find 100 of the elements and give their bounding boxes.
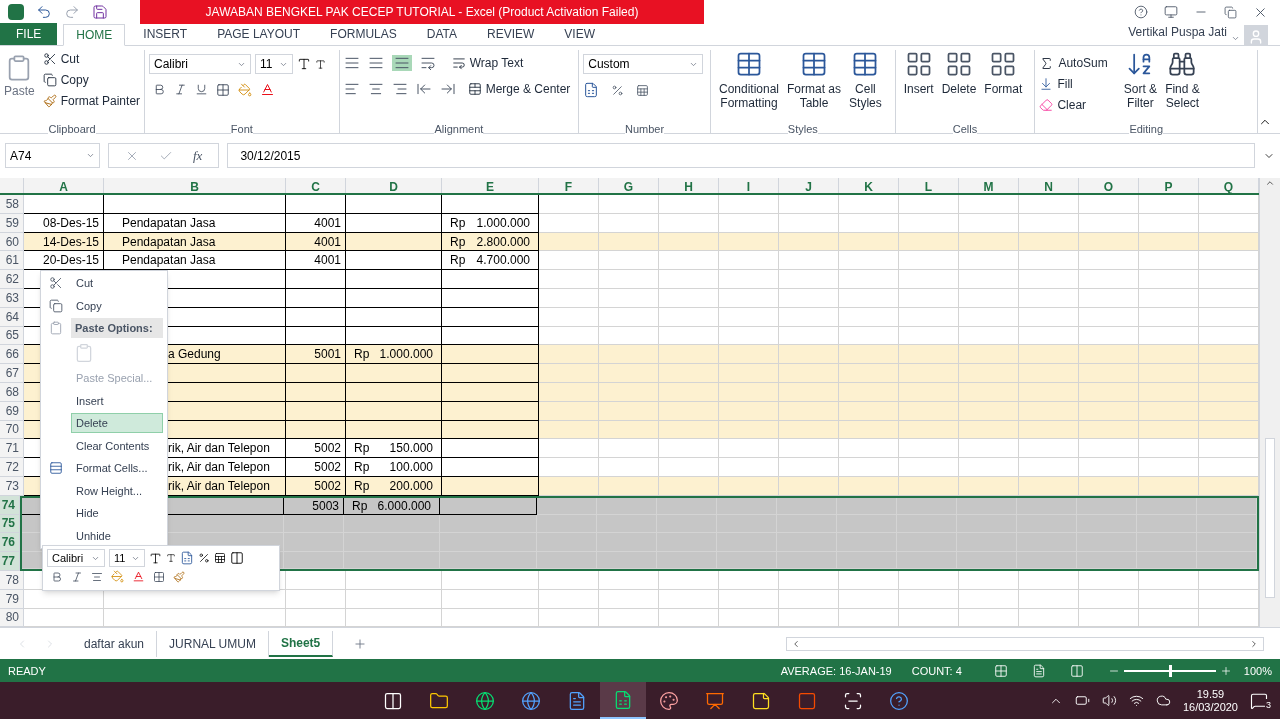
shrink-font-icon[interactable] [166, 553, 176, 563]
menu-item[interactable]: Unhide [71, 525, 163, 546]
help-icon[interactable] [1134, 5, 1148, 19]
undo-icon[interactable] [36, 4, 52, 20]
grow-font-icon[interactable] [149, 551, 162, 565]
column-header[interactable]: J [779, 178, 839, 193]
formula-field[interactable]: 30/12/2015 [227, 143, 1255, 168]
page-layout-icon[interactable] [1031, 663, 1046, 678]
align-center-icon[interactable] [91, 570, 103, 583]
italic-icon[interactable] [71, 570, 83, 583]
column-header[interactable]: H [659, 178, 719, 193]
increase-indent-icon[interactable] [439, 81, 456, 97]
style-button[interactable]: Format as Table [783, 50, 846, 116]
sheet-tab[interactable]: JURNAL UMUM [157, 630, 269, 657]
font-color-icon[interactable] [132, 570, 145, 583]
function-button[interactable]: fx [193, 145, 203, 166]
scroll-up-icon[interactable] [1265, 178, 1275, 188]
menu-item[interactable]: Copy [71, 295, 163, 316]
find-select-button[interactable]: Find & Select [1161, 50, 1204, 116]
autosum-button[interactable]: AutoSum [1039, 54, 1108, 72]
top-align-icon[interactable] [343, 55, 360, 71]
cells-button[interactable]: Insert [899, 50, 938, 116]
column-header[interactable]: A [24, 178, 104, 193]
sort-filter-button[interactable]: Sort & Filter [1119, 50, 1162, 116]
slider-thumb[interactable] [1168, 664, 1172, 677]
fill-color-icon[interactable] [238, 82, 252, 97]
ribbon-tab[interactable]: VIEW [552, 23, 607, 45]
cells-button[interactable]: Delete [937, 50, 981, 116]
column-header[interactable]: D [346, 178, 442, 193]
column-header[interactable]: F [539, 178, 599, 193]
zoom-in-icon[interactable] [1219, 664, 1232, 677]
font-size-field[interactable]: 11 [109, 549, 145, 567]
scrollbar-thumb[interactable] [1265, 438, 1275, 598]
grow-font-icon[interactable] [297, 57, 311, 71]
column-header[interactable]: E [442, 178, 539, 193]
restore-icon[interactable] [1224, 5, 1237, 19]
cut-button[interactable]: Cut [42, 50, 140, 68]
format-painter-icon[interactable] [173, 570, 185, 583]
normal-view-icon[interactable] [993, 663, 1008, 678]
sheet-tab[interactable]: daftar akun [72, 630, 158, 657]
accounting-format-icon[interactable] [583, 82, 600, 98]
italic-icon[interactable] [174, 83, 187, 96]
menu-item[interactable]: Cut [71, 273, 163, 294]
column-header[interactable]: K [839, 178, 899, 193]
decrease-indent-icon[interactable] [415, 81, 432, 97]
vertical-scrollbar[interactable] [1259, 178, 1280, 628]
horizontal-scrollbar[interactable] [786, 636, 1264, 651]
zoom-slider[interactable] [1123, 664, 1216, 677]
page-break-icon[interactable] [1069, 663, 1084, 678]
column-header[interactable]: N [1019, 178, 1079, 193]
bold-icon[interactable] [51, 570, 63, 583]
ribbon-tab[interactable]: DATA [414, 23, 469, 45]
menu-item[interactable]: Format Cells... [71, 458, 163, 479]
font-name-field[interactable]: Calibri [149, 54, 251, 74]
percent-icon[interactable] [611, 83, 625, 97]
ribbon-tab[interactable]: REVIEW [475, 23, 547, 45]
ribbon-tab[interactable]: FILE [0, 23, 58, 45]
copy-button[interactable]: Copy [42, 71, 140, 89]
ribbon-tab[interactable]: INSERT [131, 23, 200, 45]
column-header[interactable]: O [1079, 178, 1139, 193]
wrap-text-button[interactable]: Wrap Text [451, 54, 524, 72]
paste-button[interactable]: Paste [4, 50, 35, 116]
bold-icon[interactable] [153, 83, 166, 96]
style-button[interactable]: Conditional Formatting [715, 50, 784, 116]
borders-icon[interactable] [153, 570, 165, 583]
merge-center-button[interactable]: Merge & Center [467, 80, 571, 98]
accounting-format-icon[interactable] [180, 551, 194, 565]
column-header[interactable]: L [899, 178, 959, 193]
font-size-field[interactable]: 11 [255, 54, 293, 74]
column-header[interactable]: B [104, 178, 286, 193]
menu-item[interactable]: Row Height... [71, 480, 163, 501]
notification-icon[interactable] [1250, 691, 1268, 710]
align-right-icon[interactable] [391, 81, 408, 97]
ribbon-tab[interactable]: FORMULAS [318, 23, 409, 45]
column-header[interactable]: I [719, 178, 779, 193]
font-name-field[interactable]: Calibri [47, 549, 105, 567]
scroll-right-icon[interactable] [1249, 638, 1259, 649]
menu-item[interactable]: Delete [71, 413, 163, 434]
shrink-font-icon[interactable] [315, 58, 326, 70]
menu-item[interactable]: Hide [71, 503, 163, 524]
cloud-icon[interactable] [1155, 693, 1171, 709]
sheet-tab[interactable]: Sheet5 [268, 630, 334, 657]
format-painter-button[interactable]: Format Painter [42, 92, 140, 110]
scroll-left-icon[interactable] [791, 638, 801, 649]
font-color-icon[interactable] [260, 82, 275, 97]
number-format-field[interactable]: Custom [583, 54, 704, 74]
underline-icon[interactable] [195, 83, 208, 96]
style-button[interactable]: Cell Styles [845, 50, 886, 116]
align-left-icon[interactable] [343, 81, 360, 97]
cells-button[interactable]: Format [980, 50, 1027, 116]
borders-icon[interactable] [216, 82, 230, 97]
column-header[interactable]: P [1139, 178, 1199, 193]
percent-icon[interactable] [198, 552, 210, 564]
align-center-icon[interactable] [367, 81, 384, 97]
name-box[interactable]: A74 [5, 143, 100, 168]
column-header[interactable]: C [286, 178, 346, 193]
taskbar-app[interactable] [600, 682, 646, 720]
fill-color-icon[interactable] [111, 570, 124, 583]
save-icon[interactable] [92, 4, 108, 20]
column-header[interactable]: M [959, 178, 1019, 193]
